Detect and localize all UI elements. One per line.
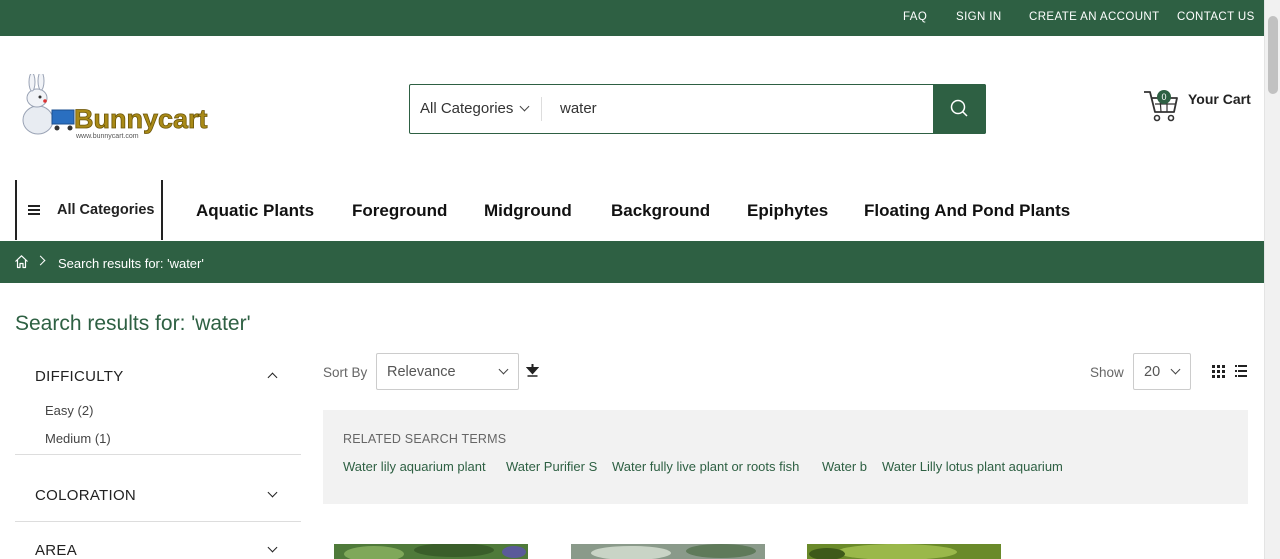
hamburger-icon (28, 205, 40, 215)
scrollbar-thumb[interactable] (1268, 16, 1278, 94)
page-title: Search results for: 'water' (15, 312, 251, 335)
filter-divider (15, 521, 301, 522)
product-image[interactable] (807, 544, 1001, 559)
sort-by-value: Relevance (387, 364, 456, 380)
contact-us-link[interactable]: CONTACT US (1177, 11, 1255, 23)
chevron-down-icon (519, 101, 530, 112)
filter-option-easy[interactable]: Easy (2) (45, 403, 93, 418)
product-image[interactable] (571, 544, 765, 559)
product-image[interactable] (334, 544, 528, 559)
page-scrollbar[interactable] (1264, 0, 1280, 559)
related-term-link[interactable]: Water b (822, 459, 867, 474)
main-nav: All Categories Aquatic Plants Foreground… (0, 180, 1264, 241)
logo-text: Bunnycart (74, 104, 208, 134)
sort-by-label: Sort By (323, 365, 368, 380)
chevron-down-icon[interactable] (267, 487, 278, 498)
cart-count-badge: 0 (1157, 90, 1171, 104)
related-term-link[interactable]: Water fully live plant or roots fish (612, 459, 799, 474)
home-icon[interactable] (14, 254, 29, 269)
sign-in-link[interactable]: SIGN IN (956, 11, 1002, 23)
show-label: Show (1090, 365, 1124, 380)
filter-divider (15, 454, 301, 455)
all-categories-button[interactable]: All Categories (15, 180, 163, 240)
related-term-link[interactable]: Water Purifier S (506, 459, 597, 474)
category-select-value: All Categories (420, 100, 514, 117)
chevron-down-icon[interactable] (267, 542, 278, 553)
grid-view-icon[interactable] (1212, 365, 1225, 378)
breadcrumb: Search results for: 'water' (0, 241, 1264, 283)
filter-option-medium[interactable]: Medium (1) (45, 431, 111, 446)
filter-area-title[interactable]: AREA (35, 542, 77, 559)
show-limit-select[interactable]: 20 (1133, 353, 1191, 390)
nav-item-epiphytes[interactable]: Epiphytes (747, 201, 828, 221)
chevron-up-icon[interactable] (267, 372, 278, 383)
nav-item-midground[interactable]: Midground (484, 201, 572, 221)
related-terms-heading: RELATED SEARCH TERMS (343, 432, 507, 446)
category-select[interactable]: All Categories (420, 100, 530, 117)
related-term-link[interactable]: Water Lilly lotus plant aquarium (882, 459, 1063, 474)
chevron-right-icon (35, 255, 46, 266)
cart-label: Your Cart (1188, 91, 1251, 107)
faq-link[interactable]: FAQ (903, 11, 927, 23)
all-categories-label: All Categories (57, 202, 155, 218)
search-bar: All Categories (409, 84, 986, 134)
search-divider (541, 97, 542, 121)
site-logo[interactable]: Bunnycart www.bunnycart.com (18, 71, 224, 142)
list-view-icon[interactable] (1235, 365, 1247, 378)
search-input[interactable] (560, 100, 920, 117)
filter-difficulty-title[interactable]: DIFFICULTY (35, 368, 124, 385)
show-limit-value: 20 (1144, 364, 1161, 380)
top-bar: FAQ SIGN IN CREATE AN ACCOUNT CONTACT US (0, 0, 1264, 36)
related-term-link[interactable]: Water lily aquarium plant (343, 459, 486, 474)
search-icon (950, 99, 968, 117)
chevron-down-icon (498, 364, 509, 375)
related-search-terms: RELATED SEARCH TERMS Water lily aquarium… (323, 410, 1248, 504)
sort-by-select[interactable]: Relevance (376, 353, 519, 390)
nav-item-aquatic-plants[interactable]: Aquatic Plants (196, 201, 314, 221)
breadcrumb-current: Search results for: 'water' (58, 256, 204, 271)
nav-item-floating-and-pond-plants[interactable]: Floating And Pond Plants (864, 201, 1070, 221)
nav-item-foreground[interactable]: Foreground (352, 201, 447, 221)
svg-text:www.bunnycart.com: www.bunnycart.com (75, 133, 139, 140)
search-button[interactable] (933, 84, 986, 134)
nav-item-background[interactable]: Background (611, 201, 710, 221)
filter-coloration-title[interactable]: COLORATION (35, 487, 136, 504)
chevron-down-icon (1170, 364, 1181, 375)
create-account-link[interactable]: CREATE AN ACCOUNT (1029, 11, 1160, 23)
sort-direction-icon[interactable] (526, 363, 539, 378)
mini-cart[interactable]: 0 Your Cart (1142, 86, 1252, 126)
